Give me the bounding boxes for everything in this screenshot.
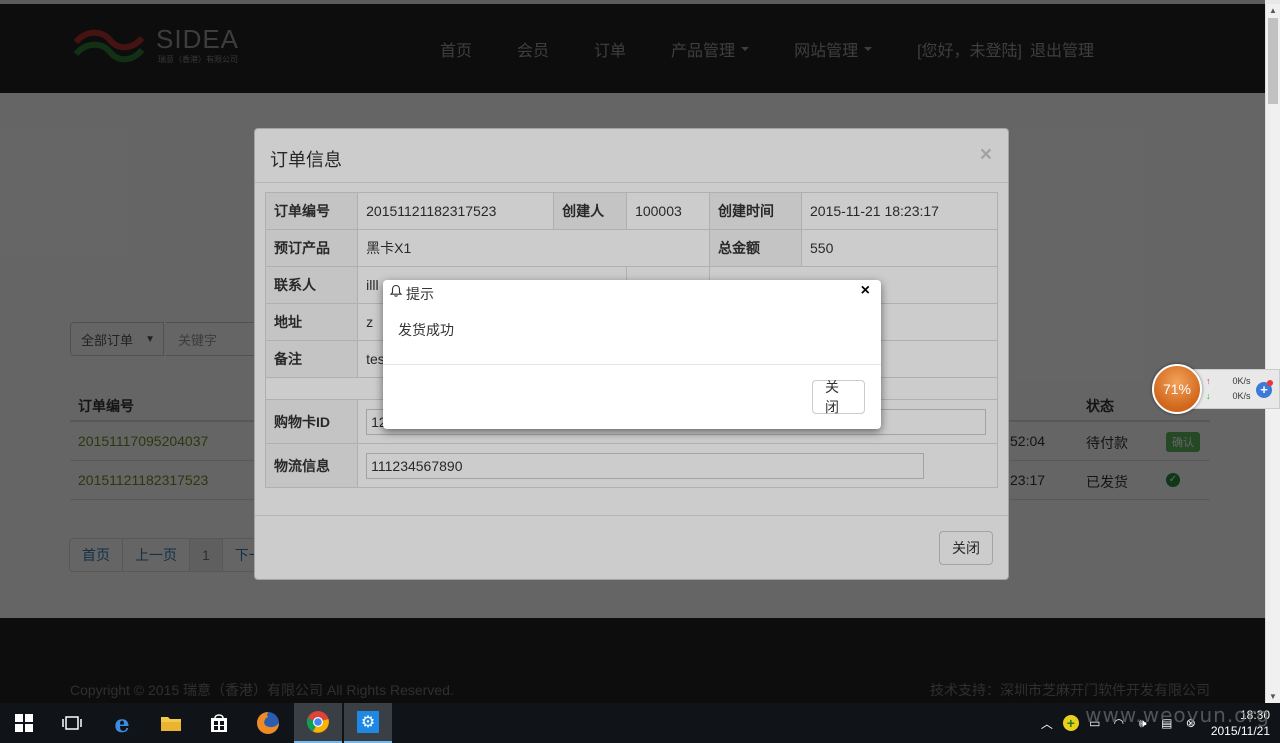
gear-icon: ⚙ [357,711,379,733]
windows-logo-icon [15,714,33,732]
store-bag-icon [211,714,227,732]
scroll-thumb[interactable] [1268,18,1278,104]
alert-title: 提示 [406,286,434,302]
chevron-up-icon[interactable]: ︿ [1037,713,1057,733]
file-explorer-button[interactable] [147,703,195,743]
chrome-icon [306,711,329,733]
alert-dialog: 提示 × 发货成功 关闭 [383,280,881,429]
bell-icon [389,284,403,297]
arrow-up-icon: ↑ [1206,376,1211,386]
alert-divider [383,364,881,365]
task-view-icon [62,716,82,730]
arrow-down-icon: ↓ [1206,391,1211,401]
store-button[interactable] [195,703,243,743]
task-view-button[interactable] [48,703,96,743]
firefox-taskbar-button[interactable] [244,703,292,743]
network-speed-widget[interactable]: 71% ↑ 0K/s ↓ 0K/s + [1152,364,1280,414]
alert-message: 发货成功 [398,322,454,338]
download-speed: ↓ 0K/s [1206,391,1251,401]
security-app-icon[interactable]: + [1061,713,1081,733]
alert-header: 提示 × [383,280,881,304]
page-scrollbar[interactable]: ▲ ▼ [1265,4,1280,703]
chrome-taskbar-button[interactable] [294,703,342,743]
firefox-icon [257,712,279,734]
upload-speed: ↑ 0K/s [1206,376,1251,386]
notification-dot [1267,380,1273,386]
folder-icon [161,717,181,731]
edge-taskbar-button[interactable]: e [98,703,146,743]
upload-speed-value: 0K/s [1232,376,1251,386]
close-icon[interactable]: × [861,282,870,300]
scroll-up-arrow-icon[interactable]: ▲ [1269,6,1277,15]
alert-close-button[interactable]: 关闭 [812,379,865,415]
edge-icon: e [114,708,130,738]
settings-taskbar-button[interactable]: ⚙ [344,703,392,743]
start-button[interactable] [0,703,48,743]
download-speed-value: 0K/s [1232,391,1251,401]
plus-circle-icon: + [1062,715,1079,731]
watermark-text: www.weoyun.org [1085,703,1270,727]
windows-taskbar: e ⚙ ︿ + ▭ ◠ 🕪 ▤ ⊗ 18:30 2015/11/21 www.w… [0,703,1280,743]
memory-ball[interactable]: 71% [1152,364,1202,414]
scroll-down-arrow-icon[interactable]: ▼ [1269,692,1277,701]
